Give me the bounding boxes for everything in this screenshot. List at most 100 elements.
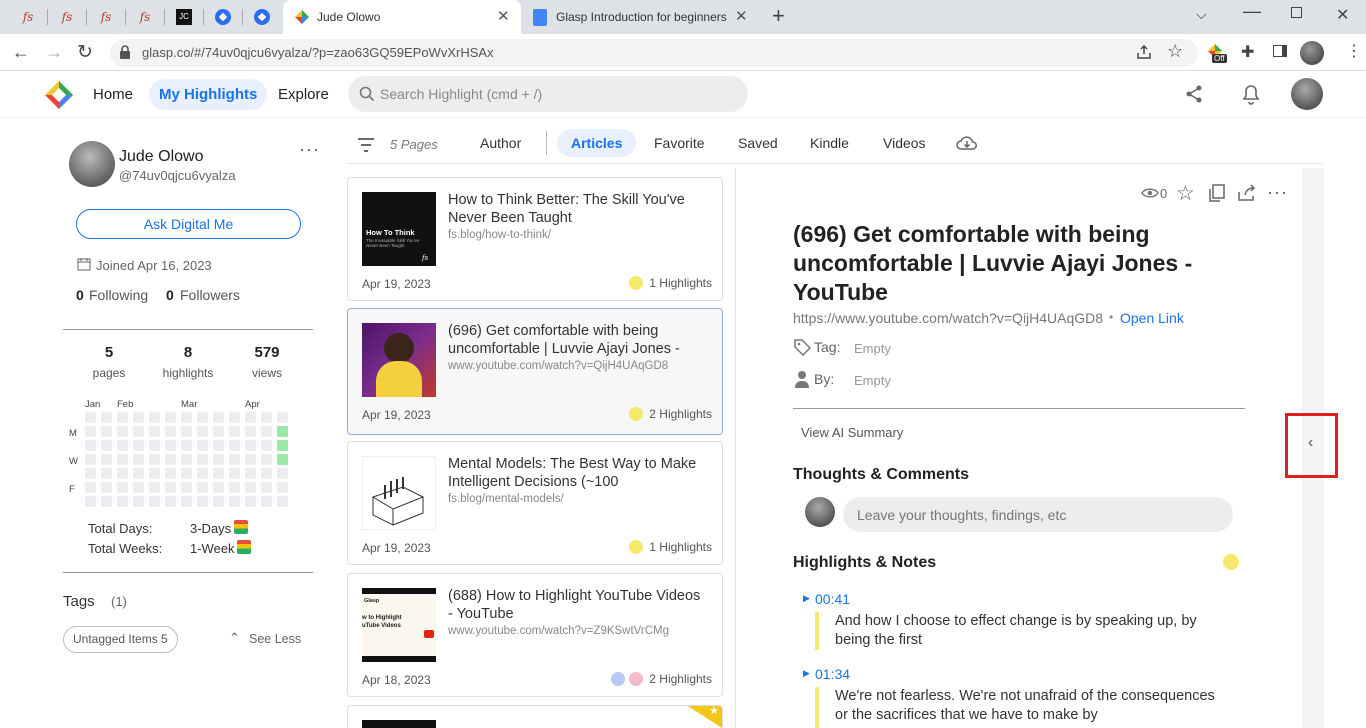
lock-icon[interactable] [119,45,131,59]
close-window-icon[interactable]: ✕ [1336,5,1349,25]
page-card[interactable]: How To Think The Invaluable Skill You've… [347,177,723,301]
heatmap-cell [197,454,208,465]
page-card[interactable]: ★ [347,705,723,728]
heatmap-cell [165,454,176,465]
thoughts-input-box [843,497,1233,532]
highlight-text[interactable]: We're not fearless. We're not unafraid o… [835,687,1225,725]
pinned-tab-jc[interactable]: JC [173,6,195,28]
extensions-puzzle-icon[interactable]: ✚ [1241,42,1254,62]
filter-saved[interactable]: Saved [738,135,778,151]
see-less-link[interactable]: See Less [249,632,301,646]
tag-chip-untagged[interactable]: Untagged Items 5 [63,626,178,653]
blue-diamond-favicon-icon [215,9,231,25]
page-card[interactable]: Mental Models: The Best Way to Make Inte… [347,441,723,565]
following-count[interactable]: 0 [76,287,84,303]
filter-videos[interactable]: Videos [883,135,926,151]
pinned-tab-fs-3[interactable]: fs [95,6,117,28]
page-card-selected[interactable]: (696) Get comfortable with being uncomfo… [347,308,723,435]
share-page-icon[interactable] [1136,44,1152,60]
heatmap-cell [133,412,144,423]
filter-kindle[interactable]: Kindle [810,135,849,151]
timestamp-link[interactable]: 01:34 [815,666,850,682]
bookmark-star-icon[interactable]: ☆ [1167,41,1183,62]
tab-search-chevron-down-icon[interactable]: ⌵ [1196,6,1207,23]
thoughts-input[interactable] [857,497,1227,532]
view-count: 0 [1160,186,1168,201]
copy-icon[interactable] [1208,184,1225,203]
minimize-icon[interactable]: — [1243,1,1261,22]
nav-explore[interactable]: Explore [278,86,329,103]
jc-favicon-icon: JC [176,9,192,25]
stat-views-label: views [251,366,282,380]
glasp-logo-icon[interactable] [43,79,75,111]
pinned-tab-blue-1[interactable] [212,6,234,28]
glasp-extension-icon[interactable]: Off [1207,43,1229,65]
share-export-icon[interactable] [1237,184,1257,202]
search-input[interactable] [380,76,740,112]
heatmap-cell [149,482,160,493]
cloud-download-icon[interactable] [955,133,979,153]
highlight-count-text: 1 Highlights [649,540,712,554]
play-triangle-icon[interactable]: ▶ [803,668,810,679]
notification-bell-icon[interactable] [1240,82,1262,106]
user-avatar[interactable] [1291,78,1323,110]
followers-label[interactable]: Followers [180,287,240,303]
favorite-star-icon[interactable]: ☆ [1176,181,1195,206]
tab-title[interactable]: Glasp Introduction for beginners [556,10,728,24]
pinned-tab-fs-4[interactable]: fs [134,6,156,28]
heatmap-cell [229,440,240,451]
chevron-up-icon[interactable]: ⌃ [229,630,240,646]
chrome-menu-icon[interactable]: ⋮ [1346,41,1362,61]
followers-count[interactable]: 0 [166,287,174,303]
pinned-tab-fs-1[interactable]: fs [17,6,39,28]
open-link[interactable]: Open Link [1120,310,1184,326]
url-text[interactable]: glasp.co/#/74uv0qjcu6vyalza/?p=zao63GQ59… [142,45,494,60]
restore-icon[interactable] [1291,7,1302,18]
card-thumbnail [362,720,436,728]
nav-my-highlights[interactable]: My Highlights [149,79,268,110]
filter-author[interactable]: Author [480,135,521,151]
collapse-panel-toggle[interactable]: ‹ [1285,413,1338,478]
fs-favicon-icon: fs [139,10,151,24]
reload-icon[interactable]: ↻ [77,41,93,64]
heatmap-month: Jan [85,399,101,410]
highlight-text[interactable]: And how I choose to effect change is by … [835,612,1225,650]
heatmap-cell [181,426,192,437]
tag-value[interactable]: Empty [854,341,891,356]
page-card[interactable]: Glasp w to Highlight uTube Videos (688) … [347,573,723,697]
card-title[interactable]: How to Think Better: The Skill You've Ne… [448,191,708,227]
nav-home[interactable]: Home [93,86,133,103]
back-arrow-icon[interactable]: ← [12,42,30,63]
card-url: www.youtube.com/watch?v=QijH4UAqGD8 [448,360,669,372]
pinned-tab-blue-2[interactable] [251,6,273,28]
profile-avatar[interactable] [1300,41,1324,65]
view-ai-summary-button[interactable]: View AI Summary [801,425,903,440]
heatmap-cell [245,440,256,451]
heatmap-cell [213,426,224,437]
by-value[interactable]: Empty [854,373,891,388]
share-icon[interactable] [1184,84,1204,104]
card-title[interactable]: Mental Models: The Best Way to Make Inte… [448,455,708,491]
timestamp-link[interactable]: 00:41 [815,591,850,607]
highlight-color-dot[interactable] [1223,554,1239,570]
more-options-icon[interactable]: ··· [1267,182,1288,203]
pinned-tab-fs-2[interactable]: fs [56,6,78,28]
play-triangle-icon[interactable]: ▶ [803,593,810,604]
side-panel-icon[interactable] [1273,45,1287,57]
thoughts-heading: Thoughts & Comments [793,466,969,483]
filter-articles[interactable]: Articles [557,129,637,157]
heatmap-cell [245,426,256,437]
card-highlight-count: 2 Highlights [629,407,712,421]
filter-favorite[interactable]: Favorite [654,135,705,151]
new-tab-icon[interactable]: + [772,3,785,29]
heatmap-cell [197,440,208,451]
close-tab-icon[interactable]: ✕ [735,7,748,25]
filter-icon[interactable] [357,137,375,153]
card-title[interactable]: (696) Get comfortable with being uncomfo… [448,322,708,358]
forward-arrow-icon[interactable]: → [45,42,63,63]
profile-more-icon[interactable]: ··· [299,139,320,160]
card-title[interactable]: (688) How to Highlight YouTube Videos - … [448,587,708,623]
following-label[interactable]: Following [89,287,148,303]
close-tab-icon[interactable]: ✕ [497,7,510,25]
ask-digital-me-button[interactable]: Ask Digital Me [76,209,301,239]
